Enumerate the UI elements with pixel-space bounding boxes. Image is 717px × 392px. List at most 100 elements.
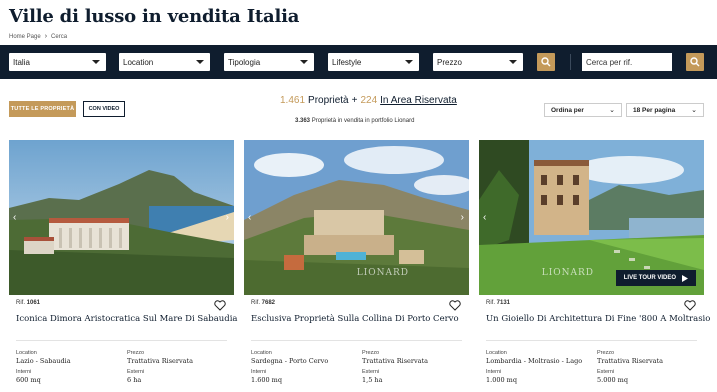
previous-photo-arrow-icon[interactable]: ‹ bbox=[248, 212, 251, 223]
breadcrumb-home[interactable]: Home Page bbox=[9, 34, 41, 40]
interior-label: Interni bbox=[486, 369, 502, 375]
play-icon bbox=[682, 274, 688, 282]
ref-number: 7131 bbox=[496, 300, 511, 306]
location-label: Location bbox=[16, 350, 37, 356]
heart-icon[interactable] bbox=[684, 300, 696, 311]
listing-card[interactable]: LIONARD ‹ › Rif. 7682 Esclusiva Propriet… bbox=[244, 140, 469, 392]
portfolio-summary: 3.363 Proprietà in vendita in portfolio … bbox=[295, 118, 414, 124]
breadcrumb-separator-icon: › bbox=[44, 33, 48, 40]
location-label: Location bbox=[251, 350, 272, 356]
ref-number: 1061 bbox=[26, 300, 41, 306]
watermark: LIONARD bbox=[541, 268, 594, 278]
watermark: LIONARD bbox=[356, 268, 409, 278]
exterior-value: 5.000 mq bbox=[597, 376, 628, 384]
price-value: Trattativa Riservata bbox=[362, 357, 429, 365]
reserved-area-link[interactable]: In Area Riservata bbox=[380, 95, 457, 106]
price-select[interactable]: Prezzo bbox=[433, 53, 523, 71]
filter-divider bbox=[570, 54, 571, 70]
price-label: Prezzo bbox=[127, 350, 145, 356]
ref-number: 7682 bbox=[261, 300, 276, 306]
next-photo-arrow-icon[interactable]: › bbox=[226, 212, 229, 223]
page-title: Ville di lusso in vendita Italia bbox=[9, 6, 300, 27]
ref-label: Rif. bbox=[16, 300, 25, 306]
exterior-value: 1,5 ha bbox=[362, 376, 383, 384]
with-video-button[interactable]: CON VIDEO bbox=[83, 101, 125, 117]
price-value: Trattativa Riservata bbox=[127, 357, 194, 365]
breadcrumb: Home Page › Cerca bbox=[9, 33, 67, 40]
live-tour-video-button[interactable]: LIVE TOUR VIDEO bbox=[615, 270, 696, 286]
previous-photo-arrow-icon[interactable]: ‹ bbox=[13, 212, 16, 223]
property-count: 1.461 Proprietà + 224 In Area Riservata bbox=[280, 95, 457, 106]
chevron-down-icon bbox=[92, 60, 100, 64]
listing-card[interactable]: ‹ › Rif. 1061 Iconica Dimora Aristocrati… bbox=[9, 140, 238, 392]
interior-label: Interni bbox=[251, 369, 267, 375]
country-select[interactable]: Italia bbox=[9, 53, 106, 71]
per-page-select-label: 18 Per pagina bbox=[633, 106, 676, 114]
interior-label: Interni bbox=[16, 369, 32, 375]
next-photo-arrow-icon[interactable]: › bbox=[461, 212, 464, 223]
listing-photo[interactable]: ‹ › bbox=[9, 140, 234, 295]
exterior-label: Esterni bbox=[597, 369, 615, 375]
listing-ref: Rif. 1061 bbox=[16, 300, 40, 306]
property-count-plus: + bbox=[351, 95, 358, 106]
portfolio-count: 3.363 bbox=[295, 118, 311, 124]
location-label: Location bbox=[486, 350, 507, 356]
all-properties-button[interactable]: TUTTE LE PROPRIETÀ bbox=[9, 101, 76, 117]
ref-label: Rif. bbox=[486, 300, 495, 306]
heart-icon[interactable] bbox=[449, 300, 461, 311]
listing-photo[interactable]: LIONARD ‹ › bbox=[244, 140, 469, 295]
sea-villa-photo bbox=[9, 140, 234, 295]
chevron-down-icon: ⌄ bbox=[609, 107, 615, 114]
previous-photo-arrow-icon[interactable]: ‹ bbox=[483, 212, 486, 223]
property-count-main: 1.461 bbox=[280, 95, 306, 106]
chevron-down-icon bbox=[196, 60, 204, 64]
card-divider bbox=[251, 340, 462, 341]
ref-search-button[interactable] bbox=[686, 53, 704, 71]
price-value: Trattativa Riservata bbox=[597, 357, 664, 365]
interior-value: 1.000 mq bbox=[486, 376, 517, 384]
property-count-word: Proprietà bbox=[308, 95, 349, 106]
per-page-select[interactable]: 18 Per pagina ⌄ bbox=[626, 103, 704, 117]
listing-title[interactable]: Un Gioiello Di Architettura Di Fine '800… bbox=[486, 314, 710, 324]
sort-select-label: Ordina per bbox=[551, 106, 584, 114]
search-icon bbox=[690, 57, 700, 67]
location-value: Lazio - Sabaudia bbox=[16, 357, 71, 365]
search-icon bbox=[541, 57, 551, 67]
filter-bar: Italia Location Tipologia Lifestyle Prez… bbox=[0, 45, 717, 79]
exterior-value: 6 ha bbox=[127, 376, 142, 384]
price-label: Prezzo bbox=[362, 350, 380, 356]
listing-photo[interactable]: LIONARD LIVE TOUR VIDEO ‹ bbox=[479, 140, 704, 295]
card-divider bbox=[16, 340, 227, 341]
interior-value: 600 mq bbox=[16, 376, 41, 384]
heart-icon[interactable] bbox=[214, 300, 226, 311]
reserved-count: 224 bbox=[360, 95, 378, 106]
location-value: Sardegna - Porto Cervo bbox=[251, 357, 329, 365]
location-value: Lombardia - Moltrasio - Lago bbox=[486, 357, 583, 365]
breadcrumb-current: Cerca bbox=[51, 33, 68, 40]
price-label: Prezzo bbox=[597, 350, 615, 356]
sort-select[interactable]: Ordina per ⌄ bbox=[544, 103, 622, 117]
exterior-label: Esterni bbox=[127, 369, 145, 375]
listing-ref: Rif. 7682 bbox=[251, 300, 275, 306]
interior-value: 1.600 mq bbox=[251, 376, 282, 384]
type-select[interactable]: Tipologia bbox=[224, 53, 314, 71]
listing-card[interactable]: LIONARD LIVE TOUR VIDEO ‹ Rif. 7131 Un G… bbox=[479, 140, 710, 392]
search-button[interactable] bbox=[537, 53, 555, 71]
chevron-down-icon bbox=[300, 60, 308, 64]
country-select-value: Italia bbox=[13, 57, 30, 67]
chevron-down-icon bbox=[509, 60, 517, 64]
location-select[interactable]: Location bbox=[119, 53, 210, 71]
lifestyle-select-value: Lifestyle bbox=[332, 57, 362, 67]
location-select-value: Location bbox=[123, 57, 154, 67]
chevron-down-icon bbox=[405, 60, 413, 64]
listing-title[interactable]: Iconica Dimora Aristocratica Sul Mare Di… bbox=[16, 314, 238, 324]
price-select-value: Prezzo bbox=[437, 57, 462, 67]
type-select-value: Tipologia bbox=[228, 57, 261, 67]
card-divider bbox=[486, 340, 697, 341]
listing-ref: Rif. 7131 bbox=[486, 300, 510, 306]
lifestyle-select[interactable]: Lifestyle bbox=[328, 53, 419, 71]
exterior-label: Esterni bbox=[362, 369, 380, 375]
portfolio-text: Proprietà in vendita in portfolio Lionar… bbox=[311, 118, 415, 124]
listing-title[interactable]: Esclusiva Proprietà Sulla Collina Di Por… bbox=[251, 314, 466, 324]
ref-search-input[interactable] bbox=[582, 53, 672, 71]
